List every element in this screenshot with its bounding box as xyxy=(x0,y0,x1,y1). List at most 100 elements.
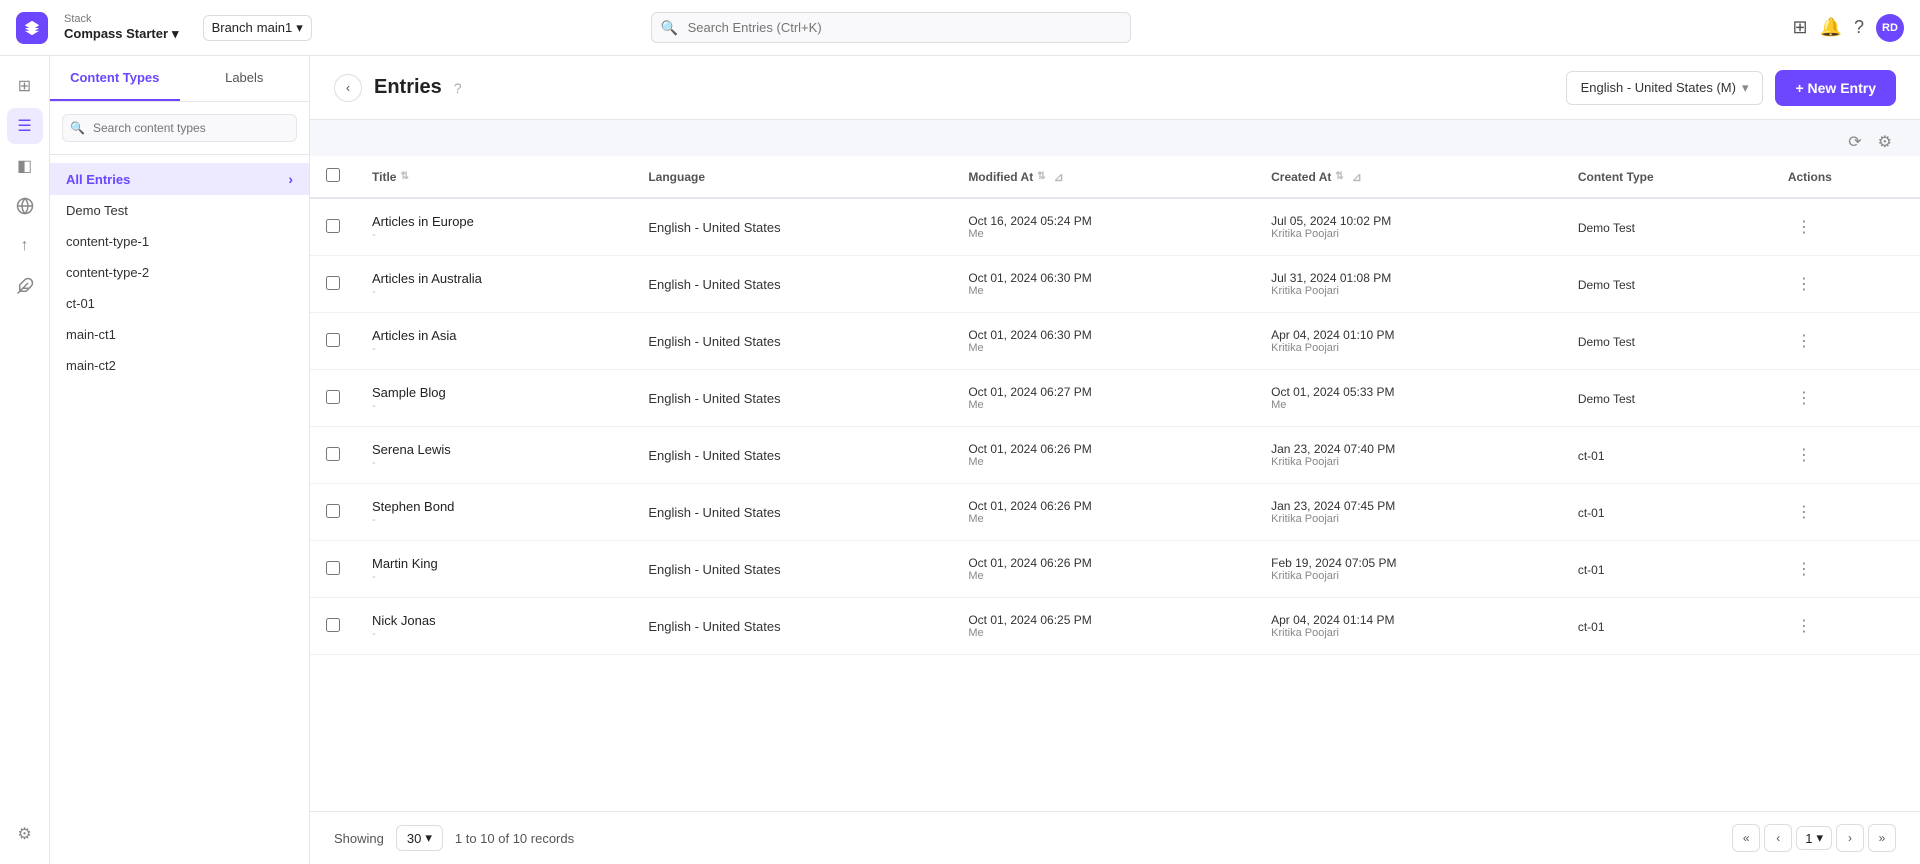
entry-title[interactable]: Sample Blog xyxy=(372,385,616,400)
row-actions-button-7[interactable]: ⋮ xyxy=(1788,612,1820,640)
entry-subtitle: - xyxy=(372,343,616,355)
nav-layers[interactable]: ◧ xyxy=(7,148,43,184)
entry-title[interactable]: Nick Jonas xyxy=(372,613,616,628)
row-actions-cell: ⋮ xyxy=(1772,370,1920,427)
th-title: Title ⇅ xyxy=(356,156,632,198)
entry-subtitle: - xyxy=(372,286,616,298)
row-language-cell: English - United States xyxy=(632,598,952,655)
table-body: Articles in Europe - English - United St… xyxy=(310,198,1920,655)
prev-page-button[interactable]: ‹ xyxy=(1764,824,1792,852)
table-row: Sample Blog - English - United States Oc… xyxy=(310,370,1920,427)
app-logo[interactable] xyxy=(16,12,48,44)
created-by: Kritika Poojari xyxy=(1271,342,1546,354)
bell-icon[interactable]: 🔔 xyxy=(1820,17,1842,38)
sidebar-search-input[interactable] xyxy=(62,114,297,142)
modified-by: Me xyxy=(968,285,1239,297)
sidebar-item-main-ct2[interactable]: main-ct2 xyxy=(50,350,309,381)
settings-columns-button[interactable]: ⚙ xyxy=(1874,128,1896,156)
row-actions-button-2[interactable]: ⋮ xyxy=(1788,327,1820,355)
nav-upload[interactable]: ↑ xyxy=(7,228,43,264)
first-page-button[interactable]: « xyxy=(1732,824,1760,852)
row-actions-button-4[interactable]: ⋮ xyxy=(1788,441,1820,469)
sidebar-item-main-ct1[interactable]: main-ct1 xyxy=(50,319,309,350)
last-page-button[interactable]: » xyxy=(1868,824,1896,852)
created-filter-icon[interactable]: ⊿ xyxy=(1352,170,1362,184)
row-checkbox-3[interactable] xyxy=(326,390,340,404)
sidebar-item-demo-test[interactable]: Demo Test xyxy=(50,195,309,226)
row-actions-button-0[interactable]: ⋮ xyxy=(1788,213,1820,241)
sidebar-item-all-entries[interactable]: All Entries › xyxy=(50,163,309,195)
modified-date: Oct 01, 2024 06:25 PM xyxy=(968,613,1239,627)
modified-date: Oct 01, 2024 06:27 PM xyxy=(968,385,1239,399)
row-checkbox-1[interactable] xyxy=(326,276,340,290)
created-sort-icon[interactable]: ⇅ xyxy=(1335,171,1343,182)
content-type-value: Demo Test xyxy=(1578,278,1635,292)
created-by: Kritika Poojari xyxy=(1271,570,1546,582)
row-modified-cell: Oct 01, 2024 06:25 PM Me xyxy=(952,598,1255,655)
entry-title[interactable]: Articles in Asia xyxy=(372,328,616,343)
branch-label: Branch xyxy=(212,20,253,35)
grid-view-button[interactable]: ⊞ xyxy=(1792,17,1807,38)
brand-name[interactable]: Compass Starter ▾ xyxy=(64,26,179,42)
row-checkbox-cell xyxy=(310,256,356,313)
nav-list[interactable]: ☰ xyxy=(7,108,43,144)
row-checkbox-7[interactable] xyxy=(326,618,340,632)
title-sort-icon[interactable]: ⇅ xyxy=(400,171,408,182)
page-chevron-icon: ▾ xyxy=(1816,830,1823,846)
row-actions-button-6[interactable]: ⋮ xyxy=(1788,555,1820,583)
entries-table-container: Title ⇅ Language Modified At xyxy=(310,156,1920,811)
entry-title[interactable]: Articles in Europe xyxy=(372,214,616,229)
row-checkbox-4[interactable] xyxy=(326,447,340,461)
select-all-checkbox[interactable] xyxy=(326,168,340,182)
back-button[interactable]: ‹ xyxy=(334,74,362,102)
sidebar-item-ct-01[interactable]: ct-01 xyxy=(50,288,309,319)
tab-content-types[interactable]: Content Types xyxy=(50,56,180,101)
th-content-type-label: Content Type xyxy=(1578,170,1654,184)
main-header: ‹ Entries ? English - United States (M) … xyxy=(310,56,1920,120)
modified-sort-icon[interactable]: ⇅ xyxy=(1037,171,1045,182)
row-checkbox-0[interactable] xyxy=(326,219,340,233)
row-content-type-cell: Demo Test xyxy=(1562,370,1772,427)
new-entry-button[interactable]: + New Entry xyxy=(1775,70,1896,106)
entry-title[interactable]: Martin King xyxy=(372,556,616,571)
avatar[interactable]: RD xyxy=(1876,14,1904,42)
modified-filter-icon[interactable]: ⊿ xyxy=(1054,170,1064,184)
sidebar-tabs: Content Types Labels xyxy=(50,56,309,102)
row-checkbox-5[interactable] xyxy=(326,504,340,518)
entry-title[interactable]: Articles in Australia xyxy=(372,271,616,286)
entry-subtitle: - xyxy=(372,229,616,241)
nav-dashboard[interactable]: ⊞ xyxy=(7,68,43,104)
entry-title[interactable]: Stephen Bond xyxy=(372,499,616,514)
help-icon[interactable]: ? xyxy=(1854,17,1864,38)
created-date: Jan 23, 2024 07:45 PM xyxy=(1271,499,1546,513)
sidebar-item-content-type-1[interactable]: content-type-1 xyxy=(50,226,309,257)
nav-puzzle[interactable] xyxy=(7,268,43,304)
per-page-value: 30 xyxy=(407,831,421,846)
row-actions-cell: ⋮ xyxy=(1772,598,1920,655)
language-selector[interactable]: English - United States (M) ▾ xyxy=(1566,71,1764,105)
entry-title[interactable]: Serena Lewis xyxy=(372,442,616,457)
row-checkbox-6[interactable] xyxy=(326,561,340,575)
row-title-cell: Sample Blog - xyxy=(356,370,632,427)
help-icon[interactable]: ? xyxy=(454,80,462,96)
branch-chevron-icon: ▾ xyxy=(296,20,303,36)
tab-labels[interactable]: Labels xyxy=(180,56,310,101)
search-input[interactable] xyxy=(651,12,1131,43)
refresh-button[interactable]: ⟳ xyxy=(1844,128,1865,156)
row-checkbox-2[interactable] xyxy=(326,333,340,347)
nav-settings[interactable]: ⚙ xyxy=(7,816,43,852)
next-page-button[interactable]: › xyxy=(1836,824,1864,852)
row-content-type-cell: Demo Test xyxy=(1562,256,1772,313)
row-actions-button-1[interactable]: ⋮ xyxy=(1788,270,1820,298)
modified-date: Oct 01, 2024 06:26 PM xyxy=(968,442,1239,456)
row-actions-button-3[interactable]: ⋮ xyxy=(1788,384,1820,412)
row-actions-button-5[interactable]: ⋮ xyxy=(1788,498,1820,526)
sidebar-item-content-type-2[interactable]: content-type-2 xyxy=(50,257,309,288)
per-page-selector[interactable]: 30 ▾ xyxy=(396,825,443,851)
row-actions-cell: ⋮ xyxy=(1772,313,1920,370)
entry-language: English - United States xyxy=(648,562,780,577)
modified-date: Oct 01, 2024 06:26 PM xyxy=(968,499,1239,513)
branch-selector[interactable]: Branch main1 ▾ xyxy=(203,15,312,41)
nav-globe[interactable] xyxy=(7,188,43,224)
row-title-cell: Stephen Bond - xyxy=(356,484,632,541)
